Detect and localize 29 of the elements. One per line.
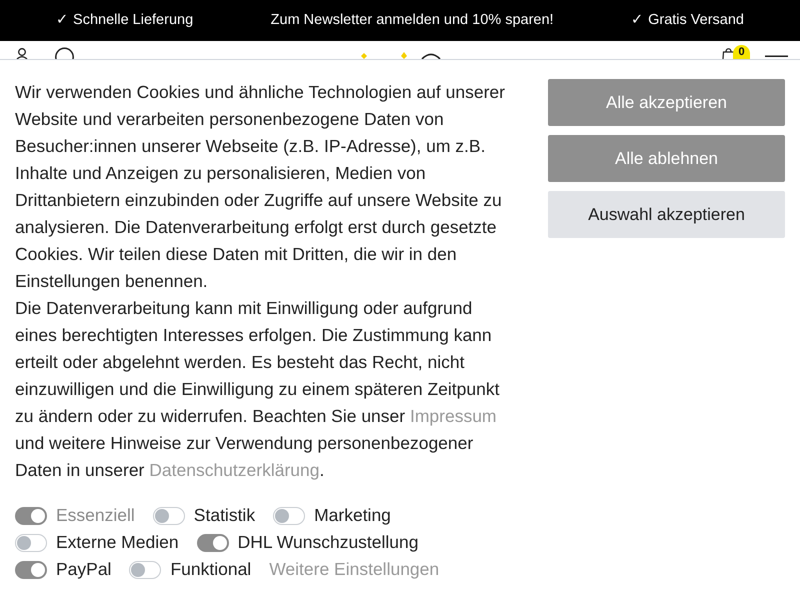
cookie-notice-text: Die Datenverarbeitung kann mit Einwilligung oder aufgrund eines berechtigten Interesses erfolgen. Die Zustimmung kann erteilt oder abgelehnt werden. Es besteht das Recht, nicht einzuwilligen und die Einwilligung zu einem späteren Zeitpunkt zu ändern oder zu widerrufen. Beachten Sie unser Impressum und weitere Hinweise zur Verwendung personenbezogener Daten in unserer Datenschutzerklärung. [15,297,500,482]
toggle-switch[interactable] [15,534,47,552]
toggle-switch[interactable] [196,534,229,552]
toggle-label: Statistik [194,504,256,527]
consent-button[interactable]: Auswahl akzeptieren [548,191,785,238]
toggle-switch[interactable] [273,506,306,524]
consent-button[interactable]: Alle akzeptieren [548,79,785,126]
cart-count-badge: 0 [733,45,750,59]
toggle-label: DHL Wunschzustellung [238,531,418,554]
toggle-label: Funktional [170,558,252,581]
toggle-switch[interactable] [129,560,162,578]
cookie-notice-text: Wir verwenden Cookies und ähnliche Technologien auf unserer Website und verarbeiten personenbezogene Daten von Besucher:innen unserer Webseite (z.B. IP-Adresse), um z.B. Inhalte und Anzeigen zu personalisieren, Medien von Drittanbietern einzubinden oder Zugriffe auf unsere Website zu analysieren. Die Datenverarbeitung erfolgt erst durch gesetzte Cookies. Wir teilen diese Daten mit Dritten, die wir in den Einstellungen benennen. [15,81,506,293]
promo-text: ✓ Schnelle Lieferung [56,10,194,30]
toggle-switch[interactable] [15,560,47,578]
menu-icon[interactable] [765,55,788,58]
toggle-label: Marketing [314,504,391,527]
consent-button[interactable]: Alle ablehnen [548,135,785,182]
text-link[interactable]: Impressum [410,406,497,426]
search-icon[interactable] [55,47,74,59]
settings-link[interactable]: Weitere Einstellungen [269,556,440,583]
promo-text: ✓ Gratis Versand [631,10,744,30]
toggle-switch[interactable] [152,506,185,524]
toggle-label: Externe Medien [56,531,179,554]
user-icon[interactable] [16,48,28,59]
promo-text: Zum Newsletter anmelden und 10% sparen! [270,10,554,30]
text-link[interactable]: Datenschutzerklärung [149,460,320,480]
toggle-label: PayPal [56,558,112,581]
toggle-label: Essenziell [56,504,135,527]
shopping-bag-icon[interactable] [722,48,735,59]
